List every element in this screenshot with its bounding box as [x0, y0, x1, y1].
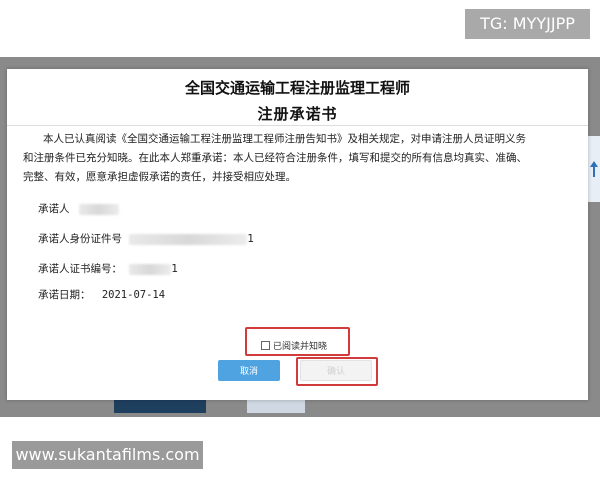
- title-divider: [7, 125, 588, 126]
- cancel-button[interactable]: 取消: [218, 360, 280, 381]
- date-label: 承诺日期：: [38, 289, 91, 301]
- promisor-label: 承诺人: [38, 203, 70, 215]
- commitment-line-3: 完整、有效，愿意承担虚假承诺的责任，并接受相应处理。: [23, 171, 296, 183]
- submit-button[interactable]: 确认: [300, 360, 372, 381]
- commitment-text: 本人已认真阅读《全国交通运输工程注册监理工程师注册告知书》及相关规定，对申请注册…: [23, 130, 577, 187]
- commitment-line-1: 本人已认真阅读《全国交通运输工程注册监理工程师注册告知书》及相关规定，对申请注册…: [43, 133, 526, 145]
- id-number-label: 承诺人身份证件号: [38, 233, 122, 245]
- date-field: 承诺日期： 2021-07-14: [38, 287, 165, 302]
- id-number-redacted: [129, 233, 248, 245]
- promisor-field: 承诺人: [38, 201, 119, 216]
- background-side-tab[interactable]: [586, 136, 600, 202]
- arrow-up-icon: [590, 161, 598, 177]
- checkbox-square[interactable]: [261, 341, 270, 350]
- commitment-modal: 全国交通运输工程注册监理工程师 注册承诺书 本人已认真阅读《全国交通运输工程注册…: [7, 69, 588, 400]
- promisor-name-redacted: [78, 203, 119, 215]
- modal-subtitle: 注册承诺书: [257, 105, 338, 123]
- id-number-suffix: 1: [247, 233, 255, 245]
- commitment-line-2: 和注册条件已充分知晓。在此本人郑重承诺：本人已经符合注册条件，填写和提交的所有信…: [23, 152, 527, 164]
- watermark-top: TG: MYYJJPP: [465, 9, 590, 39]
- certificate-field: 承诺人证书编号： 1: [38, 261, 178, 276]
- certificate-suffix: 1: [171, 263, 179, 275]
- checkbox-label: 已阅读并知晓: [273, 342, 328, 352]
- read-confirm-checkbox[interactable]: 已阅读并知晓: [261, 339, 327, 352]
- date-value: 2021-07-14: [101, 289, 166, 301]
- id-number-field: 承诺人身份证件号 1: [38, 231, 254, 246]
- certificate-label: 承诺人证书编号：: [38, 263, 122, 275]
- certificate-number-redacted: [129, 263, 172, 275]
- modal-title: 全国交通运输工程注册监理工程师: [184, 79, 410, 97]
- watermark-bottom: www.sukantafilms.com: [12, 441, 203, 469]
